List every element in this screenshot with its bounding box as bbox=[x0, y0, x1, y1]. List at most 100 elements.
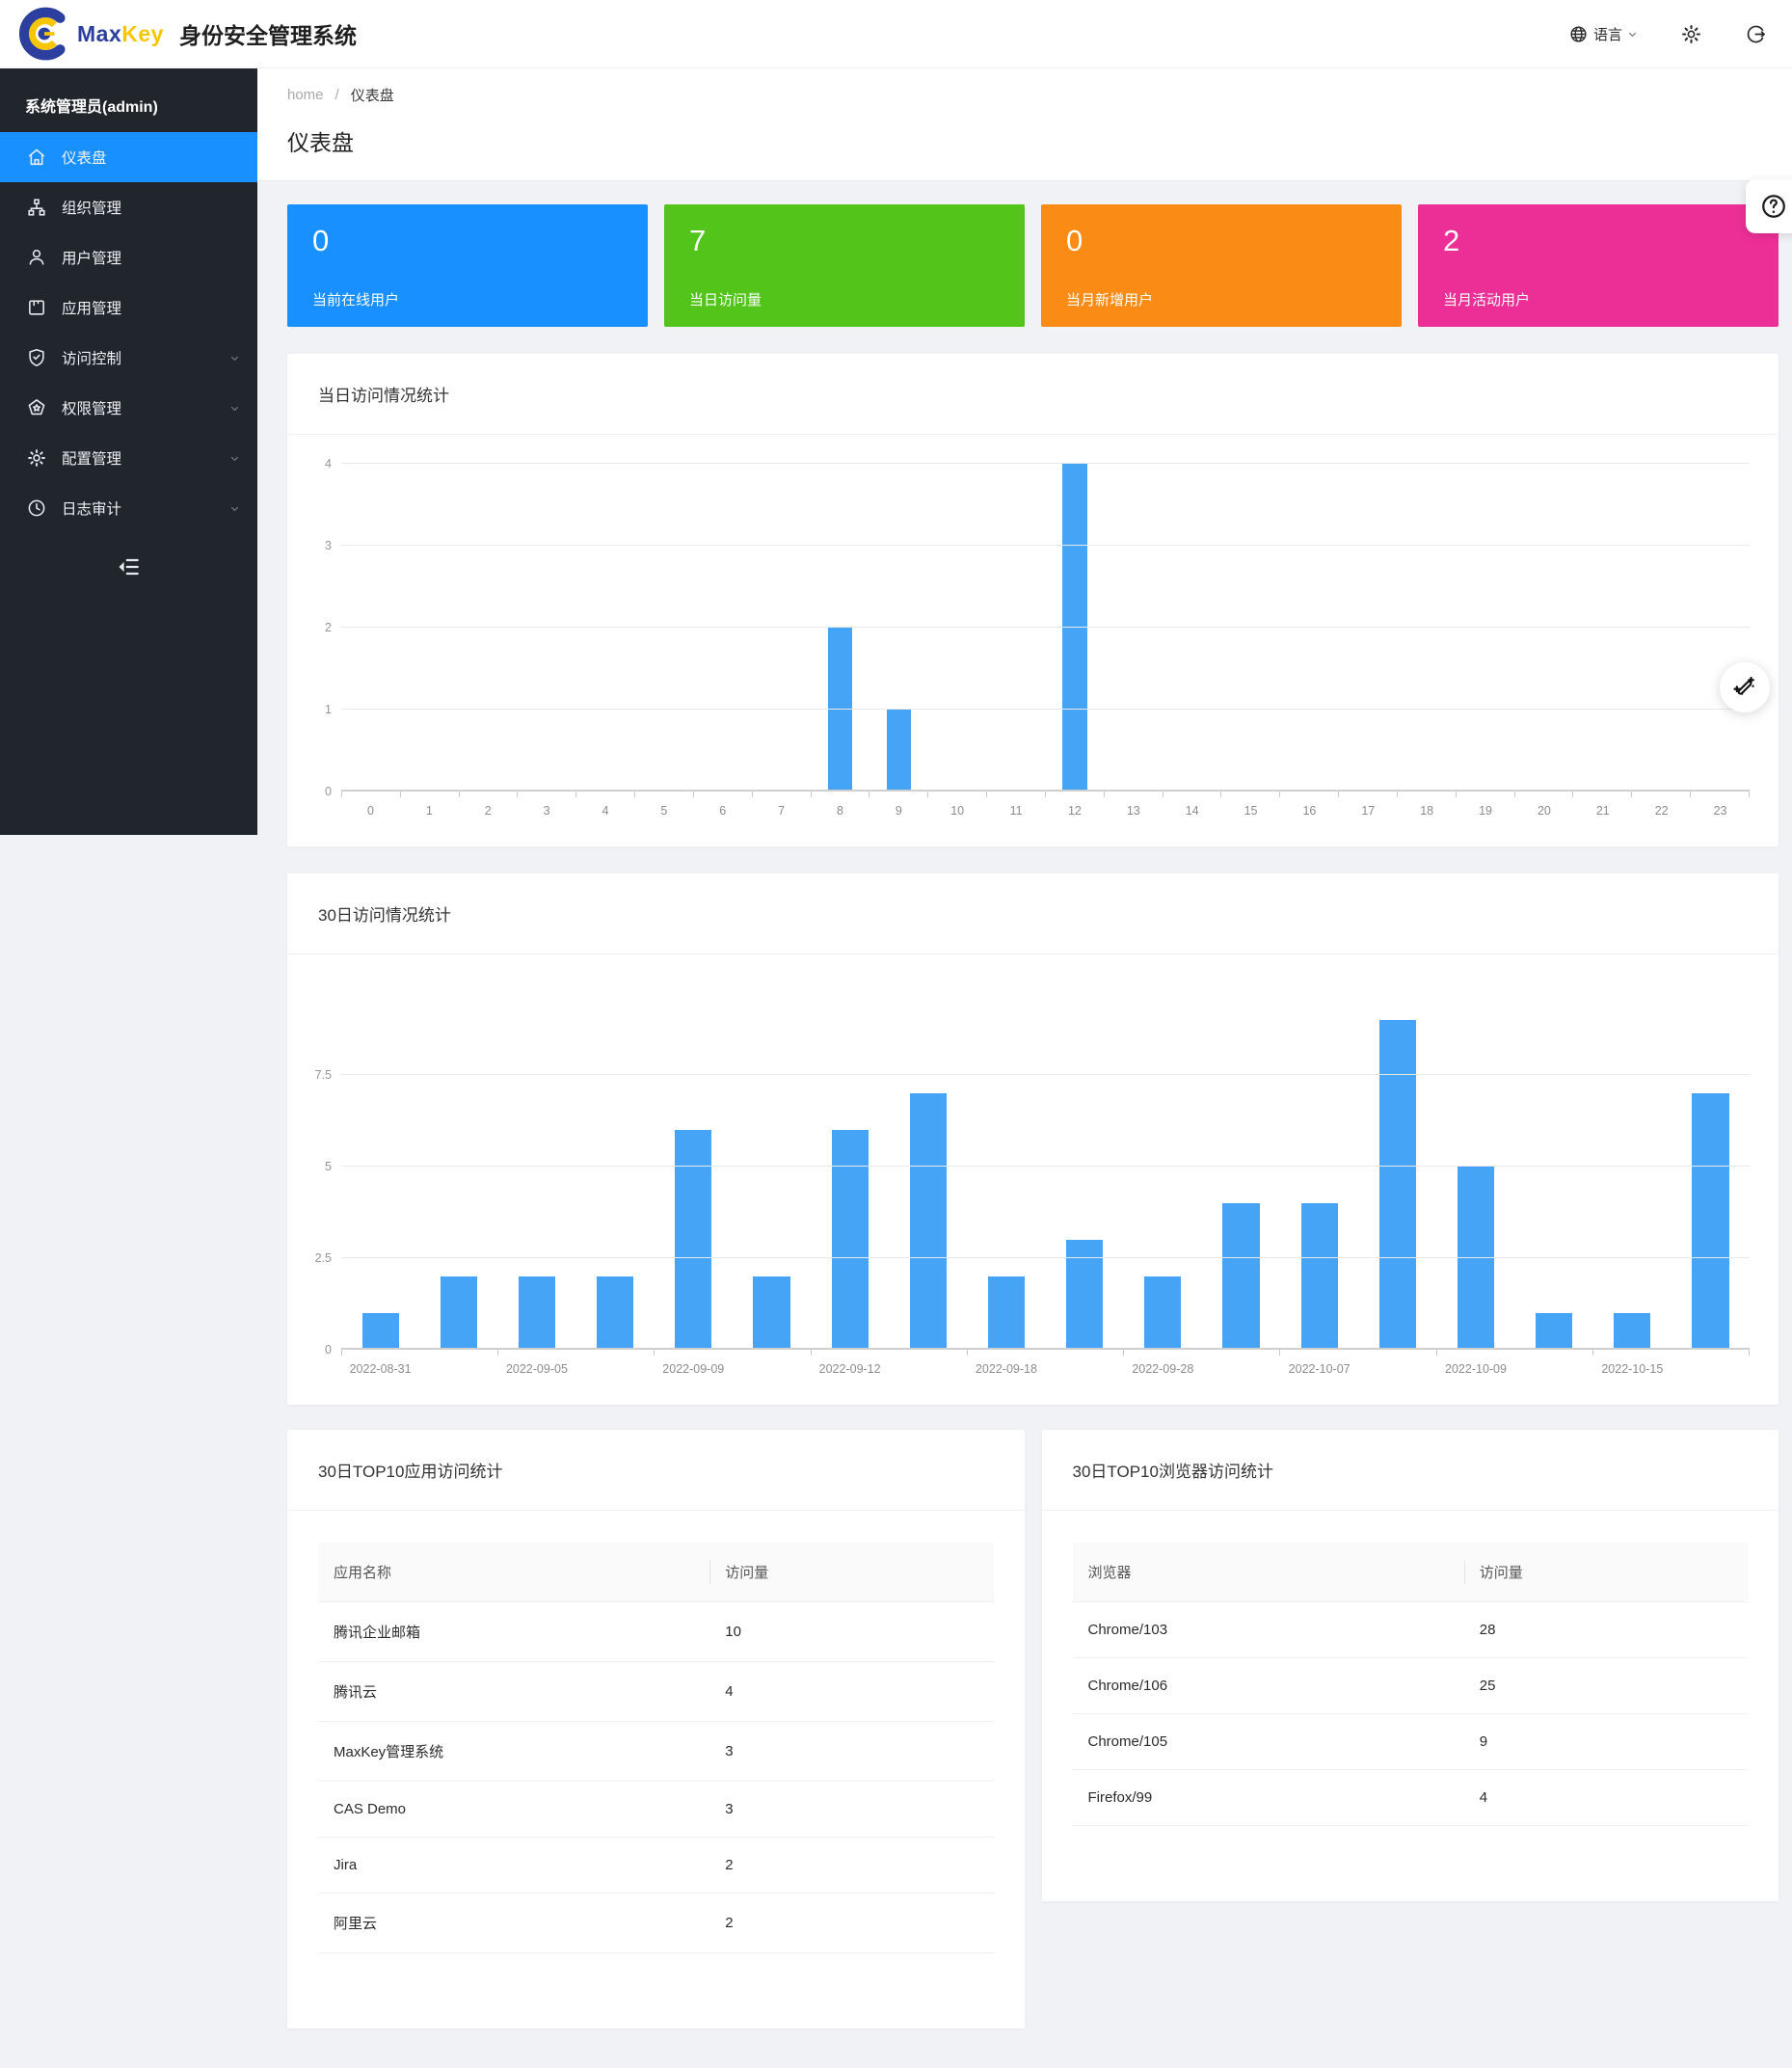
logout-button[interactable] bbox=[1745, 23, 1767, 45]
panel-title: 30日TOP10浏览器访问统计 bbox=[1042, 1430, 1779, 1511]
x-tick-label bbox=[1358, 1362, 1436, 1376]
x-tick-label: 2022-09-12 bbox=[811, 1362, 889, 1376]
x-tick-label: 11 bbox=[987, 804, 1046, 818]
y-axis: 01234 bbox=[301, 464, 341, 792]
sidebar-item-audit-logs[interactable]: 日志审计 bbox=[0, 483, 257, 533]
bar-slot bbox=[1046, 464, 1105, 792]
visits-cell: 10 bbox=[709, 1602, 993, 1662]
panel-title: 30日访问情况统计 bbox=[287, 873, 1779, 954]
axis-tick bbox=[498, 1350, 655, 1356]
sidebar-item-dashboard[interactable]: 仪表盘 bbox=[0, 132, 257, 182]
sidebar-item-organizations[interactable]: 组织管理 bbox=[0, 182, 257, 232]
x-tick-label: 15 bbox=[1221, 804, 1280, 818]
table-header-row: 应用名称 访问量 bbox=[318, 1543, 994, 1602]
x-tick-label bbox=[576, 1362, 655, 1376]
plot-area bbox=[341, 983, 1750, 1350]
x-tick-label: 2022-08-31 bbox=[341, 1362, 419, 1376]
maxkey-logo-icon bbox=[17, 7, 71, 61]
x-tick-label: 2022-09-09 bbox=[655, 1362, 733, 1376]
axis-tick bbox=[1573, 792, 1632, 797]
column-header: 访问量 bbox=[1464, 1543, 1748, 1602]
x-tick-label: 2022-10-07 bbox=[1280, 1362, 1358, 1376]
x-axis-labels: 2022-08-312022-09-052022-09-092022-09-12… bbox=[341, 1362, 1750, 1391]
axis-tick bbox=[1593, 1350, 1750, 1356]
axis-tick bbox=[1632, 792, 1691, 797]
menu-fold-button[interactable] bbox=[0, 554, 257, 579]
menu-fold-icon bbox=[117, 554, 142, 579]
main-content: home / 仪表盘 仪表盘 0 当前在线用户 7 当日访问量 bbox=[257, 68, 1792, 2051]
visits-cell: 2 bbox=[709, 1838, 993, 1893]
settings-button[interactable] bbox=[1680, 23, 1702, 45]
bar bbox=[1222, 1203, 1259, 1350]
page-header: home / 仪表盘 仪表盘 bbox=[257, 68, 1792, 181]
sidebar-item-configuration[interactable]: 配置管理 bbox=[0, 433, 257, 483]
stat-card-daily-visits: 7 当日访问量 bbox=[664, 204, 1025, 327]
language-menu[interactable]: 语言 bbox=[1568, 24, 1638, 44]
bar-slot bbox=[1163, 464, 1221, 792]
bar bbox=[1614, 1313, 1650, 1350]
bar-slot bbox=[752, 464, 811, 792]
x-tick-label bbox=[889, 1362, 967, 1376]
table-row: 阿里云2 bbox=[318, 1893, 994, 1953]
chevron-down-icon bbox=[229, 353, 240, 363]
column-header: 应用名称 bbox=[318, 1543, 709, 1602]
stat-card-monthly-new-users: 0 当月新增用户 bbox=[1041, 204, 1402, 327]
top10-tables-row: 30日TOP10应用访问统计 应用名称 访问量 腾讯企业邮箱10腾讯云4MaxK… bbox=[287, 1430, 1779, 2028]
bar-slot bbox=[1457, 464, 1515, 792]
axis-tick bbox=[401, 792, 460, 797]
x-tick-label: 9 bbox=[869, 804, 928, 818]
x-tick-label: 13 bbox=[1104, 804, 1163, 818]
x-tick-label: 14 bbox=[1163, 804, 1221, 818]
sidebar: 系统管理员(admin) 仪表盘 组织管理 用户管理 bbox=[0, 68, 257, 835]
sidebar-item-applications[interactable]: 应用管理 bbox=[0, 282, 257, 333]
axis-tick bbox=[342, 792, 401, 797]
magic-wand-button[interactable] bbox=[1720, 662, 1770, 712]
axis-tick bbox=[1280, 1350, 1436, 1356]
sidebar-item-label: 仪表盘 bbox=[62, 147, 107, 168]
gridline bbox=[341, 1166, 1750, 1167]
bar-slot bbox=[889, 983, 967, 1350]
sidebar-item-permissions[interactable]: 权限管理 bbox=[0, 383, 257, 433]
pentagon-star-icon bbox=[26, 397, 47, 418]
x-tick-label: 2022-10-09 bbox=[1436, 1362, 1514, 1376]
sidebar-user-title: 系统管理员(admin) bbox=[0, 68, 257, 132]
axis-tick bbox=[812, 1350, 968, 1356]
x-tick-label: 12 bbox=[1046, 804, 1105, 818]
x-tick-label: 18 bbox=[1398, 804, 1457, 818]
bar-slot bbox=[341, 983, 419, 1350]
app-icon bbox=[26, 297, 47, 318]
x-tick-label bbox=[419, 1362, 497, 1376]
bar-slot bbox=[1221, 464, 1280, 792]
top10-browsers-table: 浏览器 访问量 Chrome/10328Chrome/10625Chrome/1… bbox=[1073, 1543, 1749, 1826]
stat-value: 7 bbox=[689, 226, 1000, 255]
axis-tick bbox=[1457, 792, 1515, 797]
axis-tick bbox=[635, 792, 694, 797]
bar-slot bbox=[634, 464, 693, 792]
name-cell: 阿里云 bbox=[318, 1893, 709, 1953]
axis-tick bbox=[576, 792, 635, 797]
gridline bbox=[341, 1074, 1750, 1075]
bar-slot bbox=[733, 983, 811, 1350]
x-tick-label: 19 bbox=[1457, 804, 1515, 818]
sidebar-item-users[interactable]: 用户管理 bbox=[0, 232, 257, 282]
sidebar-item-label: 应用管理 bbox=[62, 297, 121, 318]
bar-slot bbox=[967, 983, 1045, 1350]
axis-tick bbox=[1046, 792, 1105, 797]
stat-label: 当日访问量 bbox=[689, 289, 1000, 309]
x-tick-label: 3 bbox=[518, 804, 576, 818]
gridline bbox=[341, 709, 1750, 710]
top10-apps-table: 应用名称 访问量 腾讯企业邮箱10腾讯云4MaxKey管理系统3CAS Demo… bbox=[318, 1543, 994, 1953]
y-axis: 02.557.5 bbox=[301, 983, 341, 1350]
breadcrumb-separator: / bbox=[335, 87, 339, 103]
breadcrumb-home-link[interactable]: home bbox=[287, 87, 324, 103]
language-label: 语言 bbox=[1593, 24, 1622, 44]
app-body: 系统管理员(admin) 仪表盘 组织管理 用户管理 bbox=[0, 68, 1792, 2051]
bar-slot bbox=[1436, 983, 1514, 1350]
table-row: MaxKey管理系统3 bbox=[318, 1722, 994, 1782]
y-tick-label: 0 bbox=[325, 1343, 332, 1356]
sidebar-item-access-control[interactable]: 访问控制 bbox=[0, 333, 257, 383]
help-button[interactable] bbox=[1746, 179, 1792, 233]
logout-icon bbox=[1745, 23, 1767, 45]
globe-icon bbox=[1568, 24, 1589, 44]
axis-tick bbox=[518, 792, 576, 797]
